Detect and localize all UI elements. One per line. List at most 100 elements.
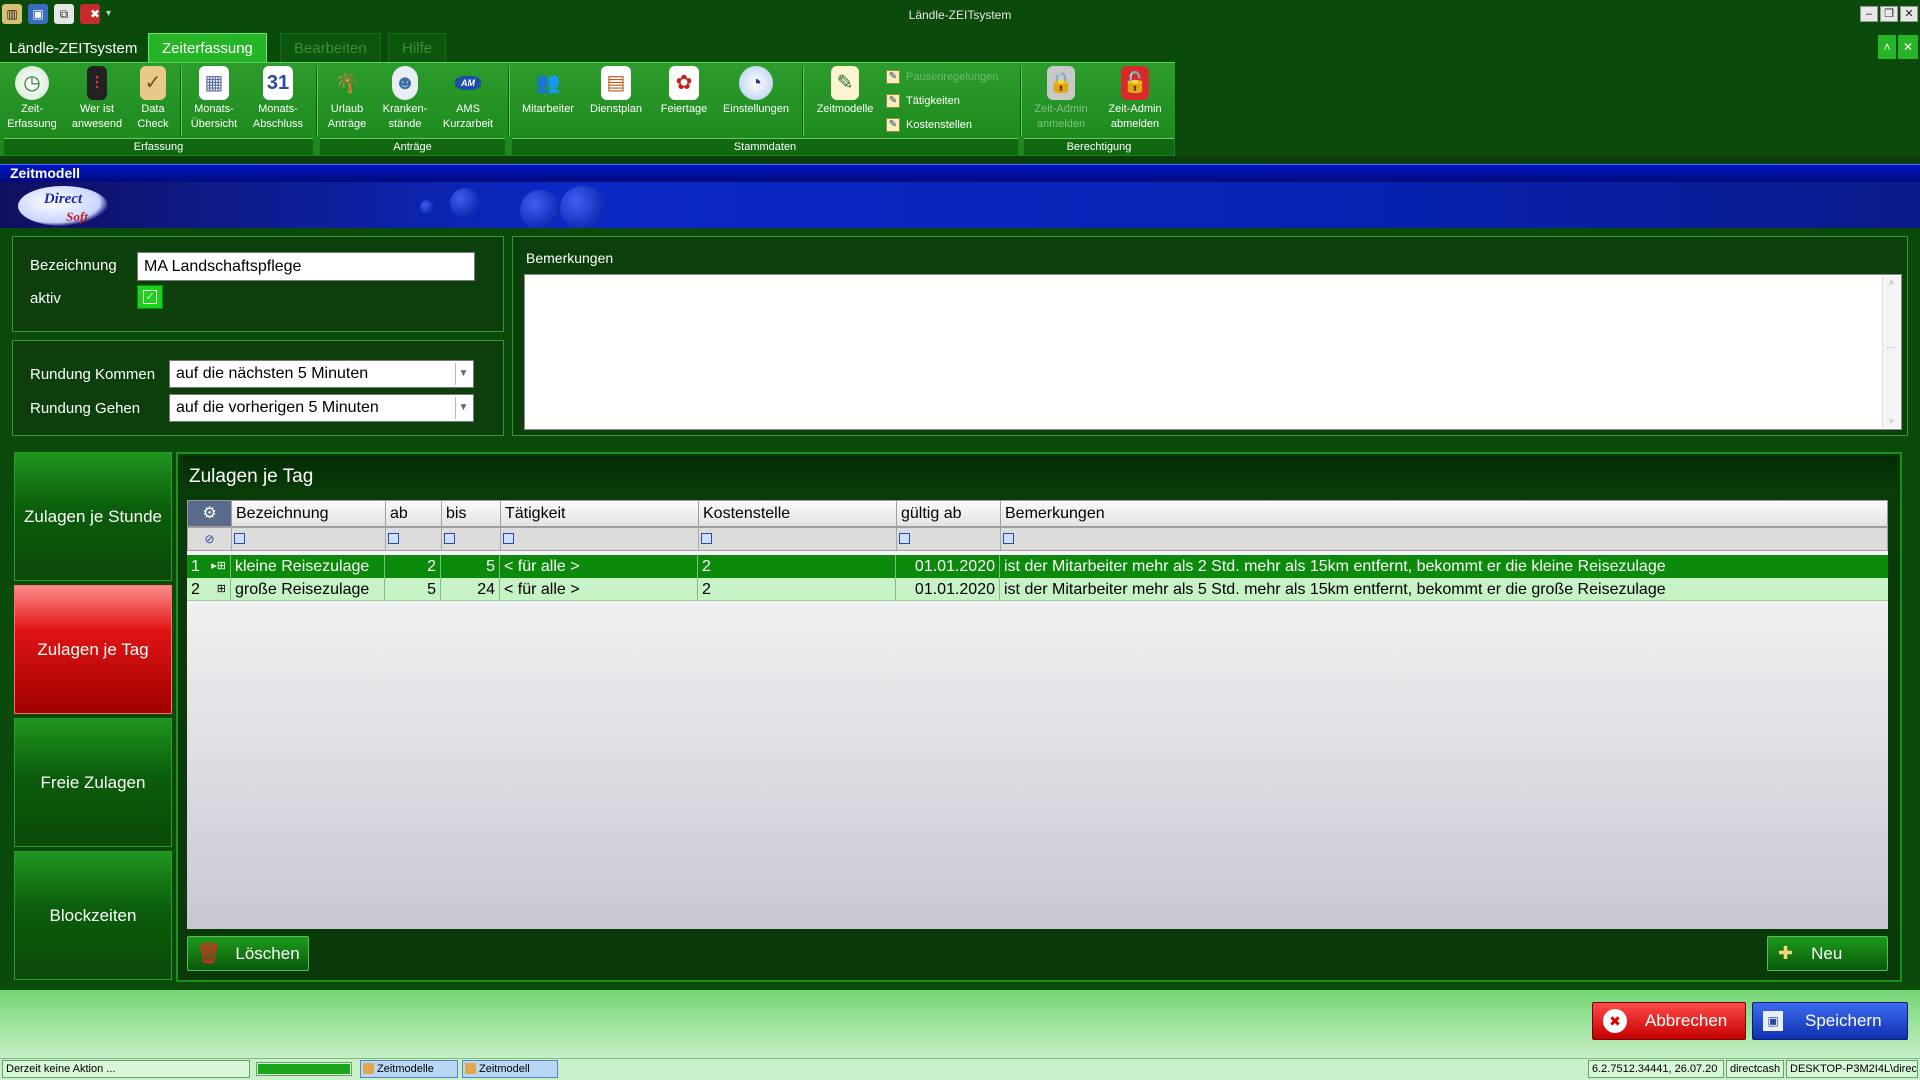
column-chooser-icon[interactable]: ⚙: [188, 501, 232, 526]
zeit-admin-anmelden-button[interactable]: 🔒 Zeit-Admin anmelden: [1026, 66, 1096, 132]
kostenstellen-item[interactable]: ✎ Kostenstellen: [886, 116, 972, 134]
tab-bearbeiten[interactable]: Bearbeiten: [280, 33, 381, 62]
directsoft-logo: Direct Soft: [18, 186, 108, 226]
delete-button[interactable]: 🗑 Löschen: [187, 936, 309, 971]
cell-bemerkungen[interactable]: ist der Mitarbeiter mehr als 5 Std. mehr…: [1000, 578, 1888, 600]
col-gueltig-ab[interactable]: gültig ab: [897, 501, 1001, 526]
monats-abschluss-button[interactable]: 31 Monats- Abschluss: [248, 66, 308, 132]
filter-kostenstelle[interactable]: [699, 528, 897, 550]
side-tab-freie-zulagen[interactable]: Freie Zulagen: [14, 718, 172, 847]
ribbon-separator: [316, 66, 317, 136]
group-label: Stammdaten: [512, 138, 1018, 155]
status-message: Derzeit keine Aktion ...: [2, 1060, 250, 1078]
cell-ab[interactable]: 5: [385, 578, 441, 600]
ams-kurzarbeit-button[interactable]: AM AMS Kurzarbeit: [438, 66, 498, 132]
minimize-icon[interactable]: –: [1860, 6, 1878, 22]
bezeichnung-input[interactable]: MA Landschaftspflege: [137, 252, 475, 281]
filter-ab[interactable]: [386, 528, 442, 550]
banner-bubble: [560, 186, 606, 230]
status-version: 6.2.7512.34441, 26.07.20: [1588, 1060, 1724, 1078]
krankenstaende-button[interactable]: ☻ Kranken-stände: [378, 66, 432, 132]
filter-taetigkeit[interactable]: [501, 528, 699, 550]
zeit-erfassung-button[interactable]: ◷ Zeit- Erfassung: [4, 66, 60, 132]
col-taetigkeit[interactable]: Tätigkeit: [501, 501, 699, 526]
button-label: Wer ist: [79, 103, 115, 115]
tab-zeiterfassung[interactable]: Zeiterfassung: [148, 33, 267, 62]
filter-gueltig-ab[interactable]: [897, 528, 1001, 550]
expand-row-icon[interactable]: ⊞: [217, 579, 226, 599]
side-tab-zulagen-je-stunde[interactable]: Zulagen je Stunde: [14, 452, 172, 581]
table-row[interactable]: 1 ▸⊞ kleine Reisezulage 2 5 < für alle > …: [187, 555, 1888, 578]
button-label: Speichern: [1805, 1011, 1882, 1030]
pausenregelungen-item[interactable]: ✎ Pausenregelungen: [886, 68, 998, 86]
resize-grip-icon[interactable]: …: [1884, 340, 1898, 370]
save-button[interactable]: ▣ Speichern: [1752, 1002, 1908, 1040]
cell-gueltig-ab[interactable]: 01.01.2020: [896, 578, 1000, 600]
cell-bemerkungen[interactable]: ist der Mitarbeiter mehr als 2 Std. mehr…: [1000, 555, 1888, 578]
close-window-icon[interactable]: ✕: [1900, 6, 1918, 22]
ams-logo-icon: AM: [451, 66, 485, 100]
cancel-button[interactable]: ✖ Abbrechen: [1592, 1002, 1746, 1040]
ribbon-separator: [180, 66, 181, 136]
monats-uebersicht-button[interactable]: ▦ Monats- Übersicht: [186, 66, 242, 132]
row-indicator[interactable]: 2 ⊞: [187, 578, 231, 600]
tab-app-menu[interactable]: Ländle-ZEITsystem: [0, 33, 147, 62]
cell-bezeichnung[interactable]: kleine Reisezulage: [231, 555, 385, 578]
data-check-button[interactable]: ✓ Data Check: [133, 66, 173, 132]
new-button[interactable]: ✚ Neu: [1767, 936, 1888, 971]
taetigkeiten-item[interactable]: ✎ Tätigkeiten: [886, 92, 960, 110]
side-tab-zulagen-je-tag[interactable]: Zulagen je Tag: [14, 585, 172, 714]
bemerkungen-textarea[interactable]: [524, 274, 1902, 430]
filter-bis[interactable]: [442, 528, 501, 550]
add-record-icon: ✚: [1778, 943, 1794, 963]
filter-icon: [444, 533, 455, 544]
row-indicator[interactable]: 1 ▸⊞: [187, 555, 231, 578]
close-ribbon-icon[interactable]: ✕: [1898, 35, 1918, 59]
dienstplan-button[interactable]: ▤ Dienstplan: [586, 66, 646, 117]
cell-taetigkeit[interactable]: < für alle >: [500, 578, 698, 600]
chevron-down-icon[interactable]: ▼: [455, 363, 471, 385]
zeit-admin-abmelden-button[interactable]: 🔓 Zeit-Admin abmelden: [1100, 66, 1170, 132]
cell-taetigkeit[interactable]: < für alle >: [500, 555, 698, 578]
clear-filter-icon[interactable]: ⊘: [188, 528, 232, 550]
button-label: Zeit-Admin: [1108, 103, 1162, 115]
cell-bezeichnung[interactable]: große Reisezulage: [231, 578, 385, 600]
cell-bis[interactable]: 5: [441, 555, 500, 578]
cell-bis[interactable]: 24: [441, 578, 500, 600]
cell-gueltig-ab[interactable]: 01.01.2020: [896, 555, 1000, 578]
einstellungen-button[interactable]: ◔ Einstellungen: [716, 66, 796, 117]
notepad-icon: ✎: [886, 70, 900, 84]
button-label: Mitarbeiter: [522, 103, 574, 115]
cell-ab[interactable]: 2: [385, 555, 441, 578]
urlaub-antraege-button[interactable]: 🌴 Urlaub Anträge: [322, 66, 372, 132]
wer-ist-anwesend-button[interactable]: ⁝ Wer ist anwesend: [68, 66, 126, 132]
filter-bezeichnung[interactable]: [232, 528, 386, 550]
mitarbeiter-button[interactable]: 👥 Mitarbeiter: [515, 66, 581, 117]
rundung-gehen-select[interactable]: auf die vorherigen 5 Minuten ▼: [169, 394, 474, 422]
side-tab-blockzeiten[interactable]: Blockzeiten: [14, 851, 172, 980]
filter-bemerkungen[interactable]: [1001, 528, 1887, 550]
col-bis[interactable]: bis: [442, 501, 501, 526]
window-tab-zeitmodelle[interactable]: Zeitmodelle: [360, 1060, 458, 1078]
collapse-ribbon-icon[interactable]: ˄: [1878, 35, 1896, 59]
restore-icon[interactable]: ❐: [1880, 6, 1898, 22]
col-ab[interactable]: ab: [386, 501, 442, 526]
col-bezeichnung[interactable]: Bezeichnung: [232, 501, 386, 526]
zeitmodelle-button[interactable]: ✎ Zeitmodelle: [808, 66, 882, 117]
clipboard-check-icon: ✓: [140, 66, 166, 100]
chevron-down-icon[interactable]: ▼: [455, 397, 471, 419]
aktiv-checkbox[interactable]: ✓: [137, 285, 163, 309]
expand-row-icon[interactable]: ▸⊞: [211, 556, 226, 577]
rundung-kommen-select[interactable]: auf die nächsten 5 Minuten ▼: [169, 360, 474, 388]
cancel-icon: ✖: [1603, 1009, 1627, 1033]
col-kostenstelle[interactable]: Kostenstelle: [699, 501, 897, 526]
table-row[interactable]: 2 ⊞ große Reisezulage 5 24 < für alle > 2…: [187, 578, 1888, 601]
feiertage-button[interactable]: ✿ Feiertage: [654, 66, 714, 117]
cell-kostenstelle[interactable]: 2: [698, 555, 896, 578]
cell-kostenstelle[interactable]: 2: [698, 578, 896, 600]
window-tab-zeitmodell[interactable]: Zeitmodell: [462, 1060, 558, 1078]
tab-hilfe[interactable]: Hilfe: [388, 33, 447, 62]
ribbon-separator: [802, 66, 803, 136]
col-bemerkungen[interactable]: Bemerkungen: [1001, 501, 1887, 526]
logo-text: Direct: [43, 191, 83, 207]
